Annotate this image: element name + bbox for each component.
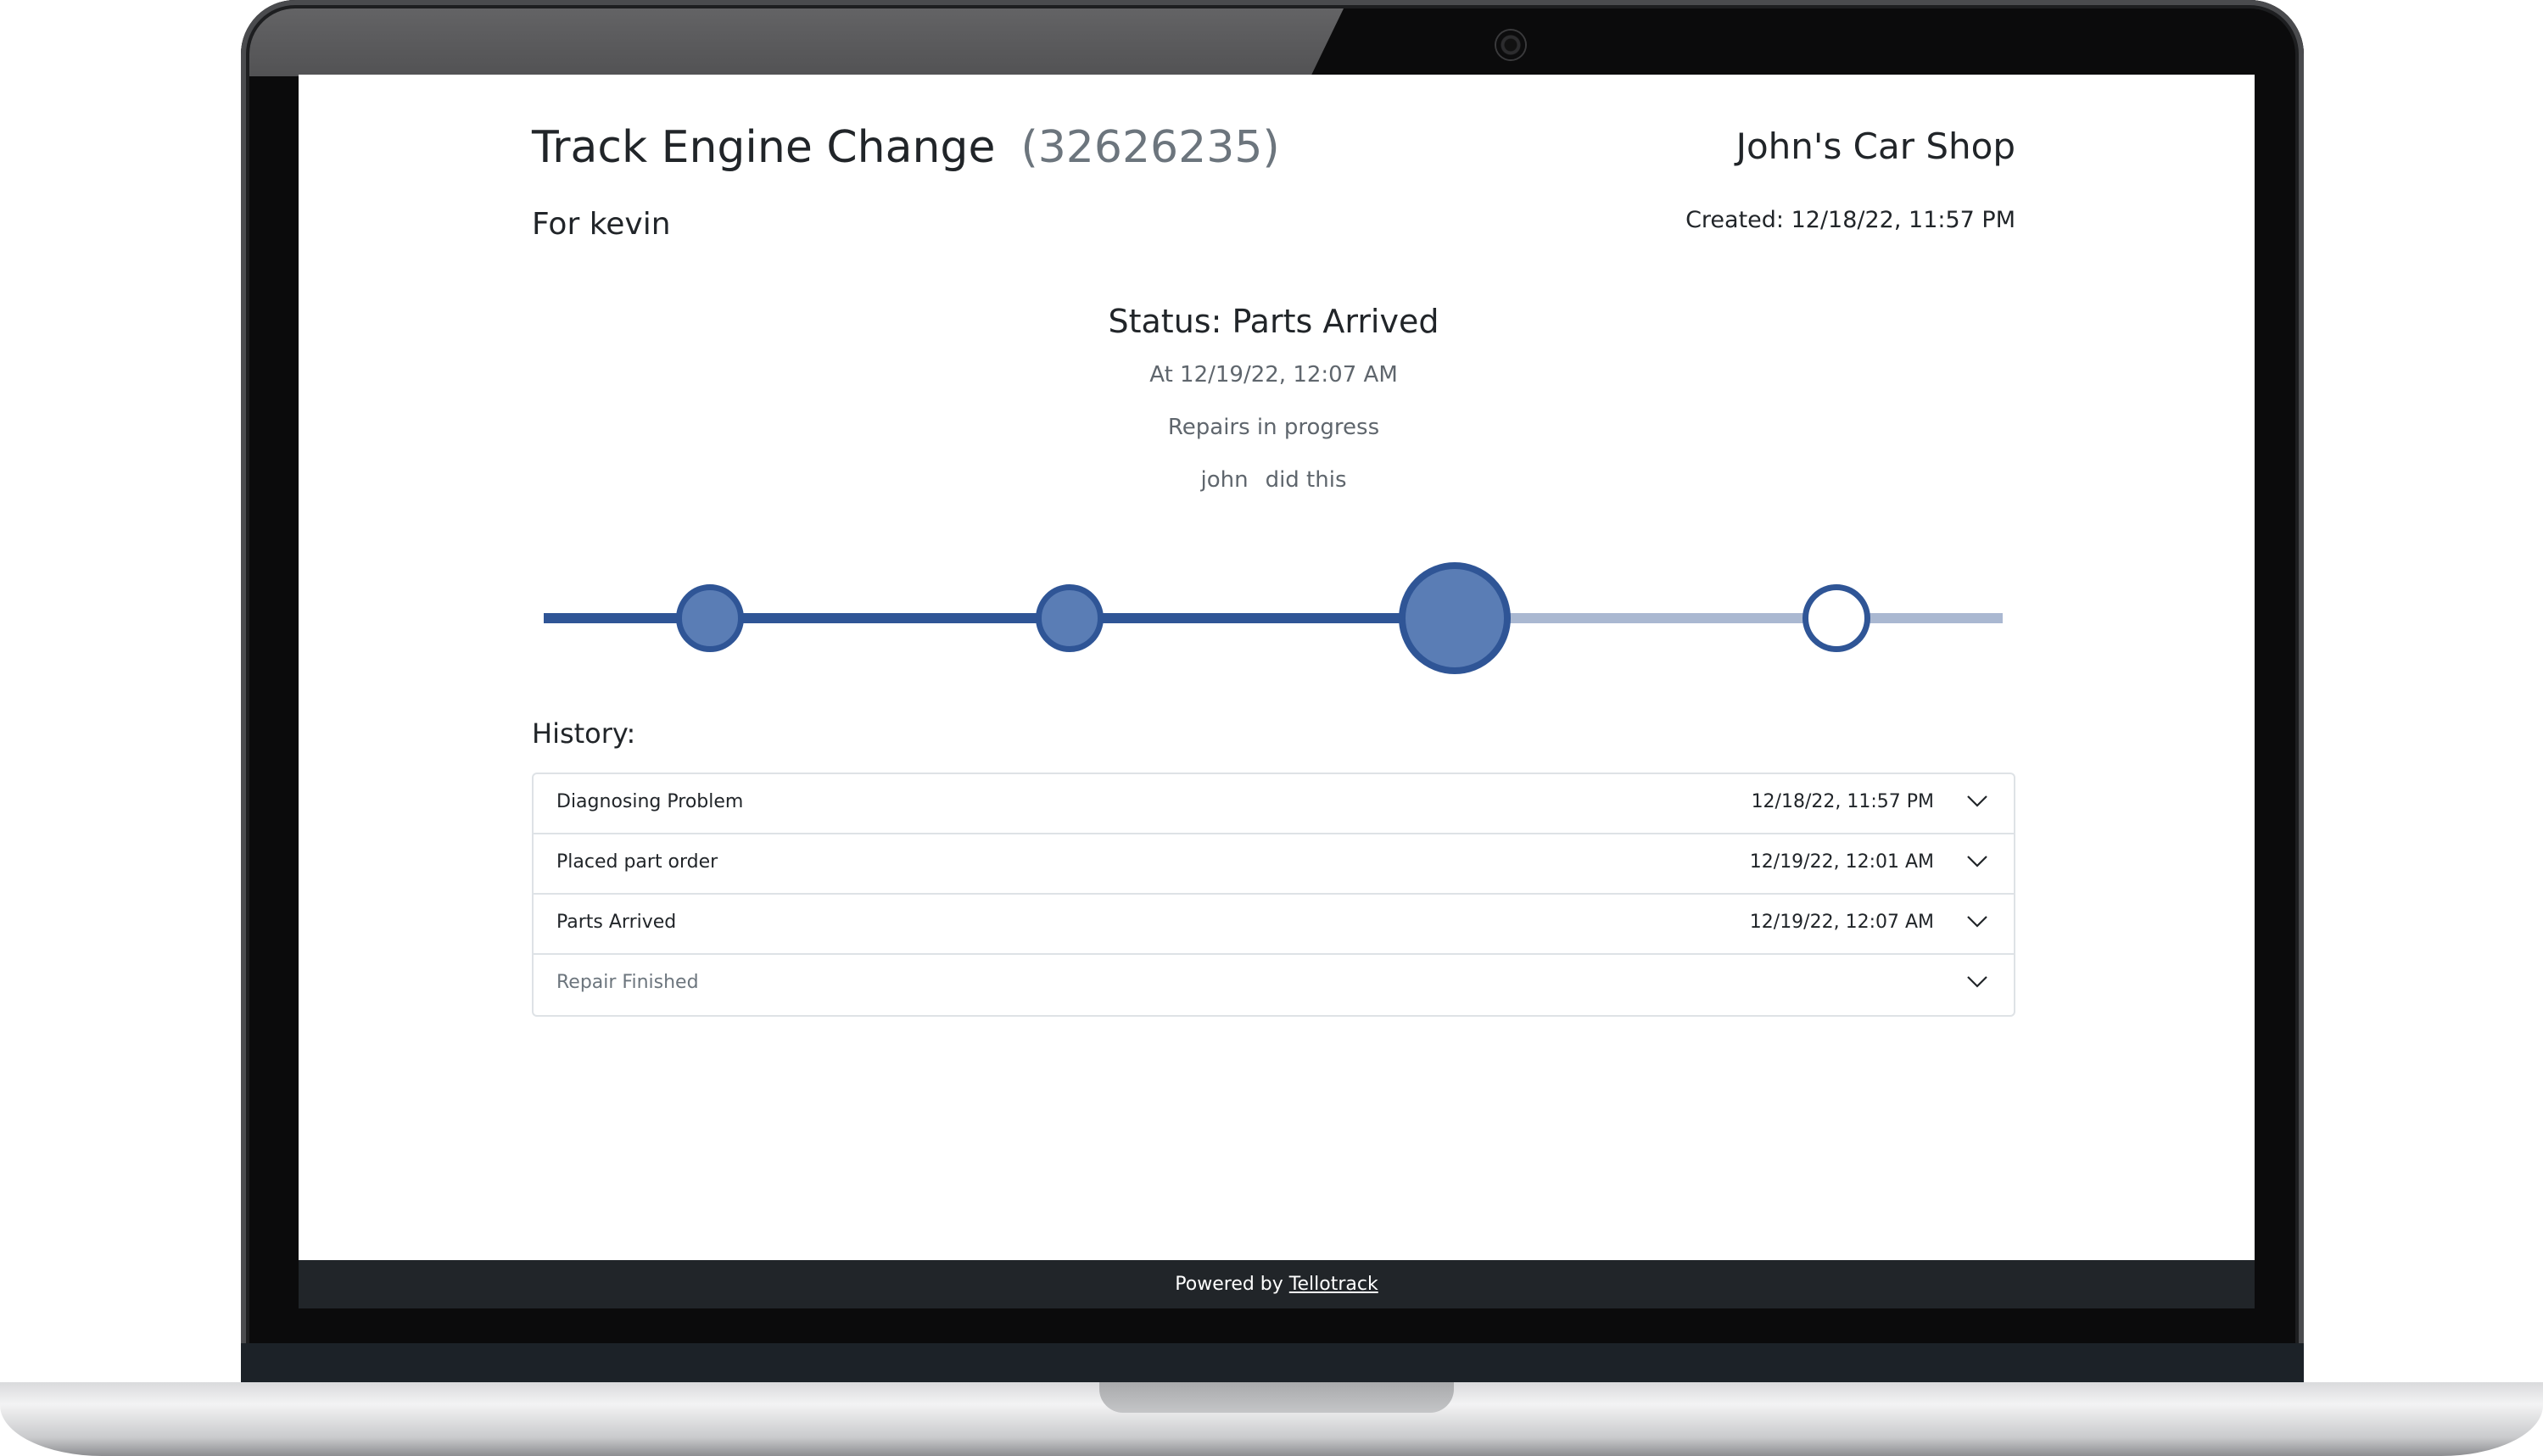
progress-step-3-current[interactable] <box>1399 562 1511 674</box>
shop-name: John's Car Shop <box>1735 126 2015 167</box>
page-title: Track Engine Change (32626235) <box>532 122 1280 173</box>
history-item-name: Repair Finished <box>556 972 699 993</box>
footer-prefix: Powered by <box>1175 1274 1283 1295</box>
footer: Powered by Tellotrack <box>299 1260 2255 1308</box>
actor-suffix: did this <box>1265 467 1347 493</box>
chevron-down-icon[interactable] <box>1966 855 1988 868</box>
progress-step-1[interactable] <box>676 584 744 652</box>
app-screen: Track Engine Change (32626235) For kevin … <box>299 75 2255 1308</box>
history-item[interactable]: Placed part order 12/19/22, 12:01 AM <box>534 834 2014 895</box>
history-list: Diagnosing Problem 12/18/22, 11:57 PM Pl… <box>532 773 2015 1017</box>
tracking-page: Track Engine Change (32626235) For kevin … <box>532 75 2015 1262</box>
tellotrack-link[interactable]: Tellotrack <box>1289 1274 1378 1295</box>
actor-name: john <box>1200 467 1249 493</box>
history-item[interactable]: Diagnosing Problem 12/18/22, 11:57 PM <box>534 774 2014 834</box>
created-date: Created: 12/18/22, 11:57 PM <box>1685 207 2015 233</box>
tracking-id: (32626235) <box>1020 122 1280 173</box>
job-title: Track Engine Change <box>532 122 996 173</box>
laptop-notch <box>1099 1382 1454 1413</box>
history-heading: History: <box>532 717 636 750</box>
status-time: At 12/19/22, 12:07 AM <box>1149 362 1398 388</box>
chevron-down-icon[interactable] <box>1966 795 1988 808</box>
status-heading: Status: Parts Arrived <box>1108 303 1439 340</box>
history-item[interactable]: Parts Arrived 12/19/22, 12:07 AM <box>534 895 2014 955</box>
chevron-down-icon[interactable] <box>1966 915 1988 929</box>
status-description: Repairs in progress <box>1167 415 1380 440</box>
progress-tracker <box>532 549 2015 685</box>
history-item-date: 12/19/22, 12:01 AM <box>1749 851 1934 873</box>
status-actor: john did this <box>532 465 2015 495</box>
history-item-name: Diagnosing Problem <box>556 791 744 812</box>
customer-name: For kevin <box>532 207 671 242</box>
history-item[interactable]: Repair Finished <box>534 955 2014 1015</box>
history-item-name: Placed part order <box>556 851 718 873</box>
history-item-name: Parts Arrived <box>556 912 677 933</box>
chevron-down-icon[interactable] <box>1966 975 1988 989</box>
history-item-date: 12/18/22, 11:57 PM <box>1751 791 1934 812</box>
progress-step-4[interactable] <box>1802 584 1870 652</box>
progress-step-2[interactable] <box>1036 584 1104 652</box>
lid-glare <box>249 8 1344 76</box>
history-item-date: 12/19/22, 12:07 AM <box>1749 912 1934 933</box>
webcam-icon <box>1496 31 1525 59</box>
status-panel: Status: Parts Arrived At 12/19/22, 12:07… <box>532 300 2015 495</box>
